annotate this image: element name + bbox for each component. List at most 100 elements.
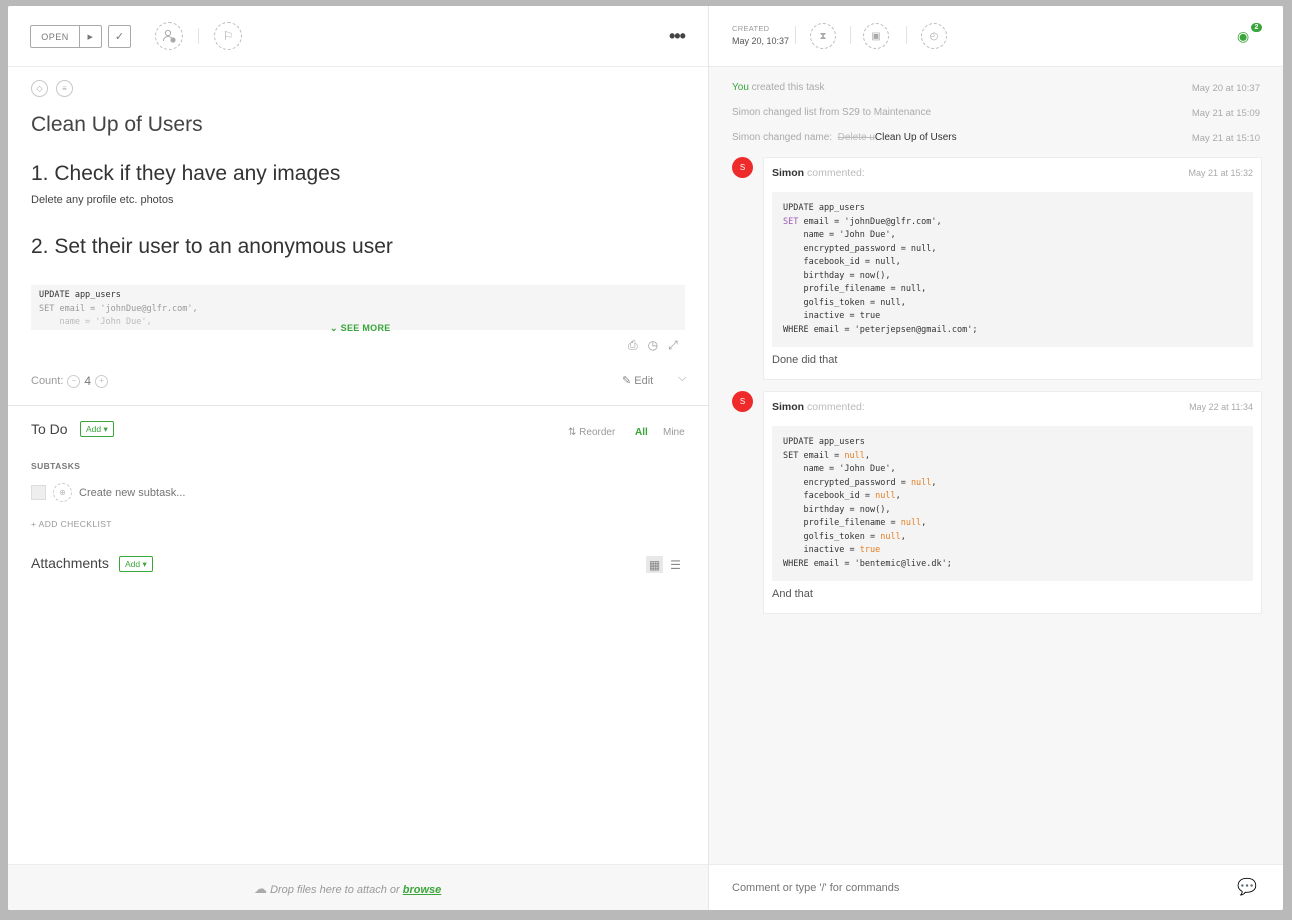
activity-item: You created this task [732, 82, 824, 93]
comment-verb: commented: [807, 167, 865, 179]
comment-author: Simon commented: [772, 401, 865, 413]
toolbar-divider [795, 26, 796, 44]
description-heading-1: 1. Check if they have any images [31, 162, 341, 185]
comment-message: And that [772, 588, 813, 600]
chevron-down-icon[interactable]: ⌵ [678, 372, 686, 385]
subtasks-heading: SUBTASKS [31, 461, 81, 471]
todo-title: To Do [31, 421, 68, 437]
chevron-down-icon: ⌄ [330, 323, 338, 333]
activity-panel: CREATED May 20, 10:37 ⧗ ▣ ◴ ◉ 2 You crea… [709, 6, 1283, 910]
see-more-link[interactable]: ⌄ SEE MORE [330, 323, 391, 334]
due-date-icon[interactable]: ▣ [863, 23, 889, 49]
edit-button[interactable]: ✎ Edit [622, 374, 653, 387]
history-icon[interactable]: ◷ [648, 338, 658, 353]
task-title[interactable]: Clean Up of Users [31, 113, 203, 137]
comment-input[interactable] [732, 882, 1212, 894]
subtask-status-icon[interactable] [31, 485, 46, 500]
attachments-add-button[interactable]: Add ▾ [119, 556, 153, 572]
subtask-assign-icon[interactable]: ⊕ [53, 483, 72, 502]
complete-checkmark-icon[interactable]: ✓ [108, 25, 131, 48]
task-modal: OPEN ▶ ✓ ⚐ ••• ◇ ≡ Clean Up of Users 1. … [8, 6, 1283, 910]
avatar[interactable]: S [732, 157, 753, 178]
filter-mine-tab[interactable]: Mine [663, 427, 685, 438]
comment-card: Simon commented: May 21 at 15:32 UPDATE … [763, 157, 1262, 380]
increment-icon[interactable]: + [95, 374, 109, 388]
watchers-eye-icon[interactable]: ◉ [1237, 28, 1249, 45]
activity-date: May 20 at 10:37 [1191, 83, 1260, 94]
comment-verb: commented: [807, 401, 865, 413]
grid-view-icon[interactable]: ▦ [646, 556, 663, 573]
activity-date: May 21 at 15:10 [1191, 133, 1260, 144]
view-toggle: ▦ ☰ [646, 556, 684, 573]
add-checklist-link[interactable]: + ADD CHECKLIST [31, 519, 112, 529]
edit-label: Edit [634, 375, 654, 387]
drop-text: Drop files here to attach or [270, 884, 400, 896]
priority-flag-icon[interactable]: ⚐ [214, 22, 242, 50]
activity-date: May 21 at 15:09 [1191, 108, 1260, 119]
description-paragraph: Delete any profile etc. photos [31, 194, 174, 206]
todo-add-button[interactable]: Add ▾ [80, 421, 114, 437]
see-more-label: SEE MORE [340, 323, 391, 333]
created-label: CREATED [732, 24, 770, 33]
count-field: Count: − 4 + [31, 374, 109, 388]
reorder-button[interactable]: ⇅ Reorder [568, 427, 615, 438]
activity-actor: You [732, 82, 749, 93]
filter-all-tab[interactable]: All [635, 427, 648, 438]
code-line: SET email = 'johnDue@glfr.com', [39, 303, 198, 314]
activity-item: Simon changed list from S29 to Maintenan… [732, 107, 931, 118]
code-line: UPDATE app_users [39, 290, 121, 300]
decrement-icon[interactable]: − [67, 374, 81, 388]
activity-text: created this task [748, 82, 825, 93]
activity-text: Simon changed list from S29 to Maintenan… [732, 107, 931, 118]
divider [8, 405, 708, 406]
status-button[interactable]: OPEN ▶ [30, 25, 102, 48]
avatar[interactable]: S [732, 391, 753, 412]
author-name[interactable]: Simon [772, 401, 804, 413]
description-heading-2: 2. Set their user to an anonymous user [31, 235, 393, 258]
toolbar-divider [850, 26, 851, 44]
print-icon[interactable]: ⎙ [628, 338, 638, 353]
time-estimate-icon[interactable]: ⧗ [810, 23, 836, 49]
task-toolbar: OPEN ▶ ✓ ⚐ ••• [8, 6, 708, 67]
assign-user-icon[interactable] [155, 22, 183, 50]
more-options-icon[interactable]: ••• [669, 26, 686, 47]
tag-icon[interactable]: ◇ [31, 80, 48, 97]
list-view-icon[interactable]: ☰ [667, 556, 684, 573]
comment-date: May 21 at 15:32 [1188, 168, 1253, 178]
drop-zone-text: ☁ Drop files here to attach or browse [254, 881, 441, 897]
toolbar-divider [906, 26, 907, 44]
new-subtask-input[interactable] [79, 486, 279, 499]
comment-card: Simon commented: May 22 at 11:34 UPDATE … [763, 391, 1262, 614]
time-tracking-icon[interactable]: ◴ [921, 23, 947, 49]
author-name[interactable]: Simon [772, 167, 804, 179]
comment-bubble-icon[interactable]: 💬 [1237, 877, 1257, 897]
description-tools: ⎙ ◷ ⤢ [628, 338, 678, 353]
new-subtask-row: ⊕ [31, 483, 279, 502]
comment-code-block: UPDATE app_users SET email = 'johnDue@gl… [772, 192, 1253, 347]
toolbar-divider [198, 28, 199, 44]
reorder-icon: ⇅ [568, 427, 577, 438]
activity-toolbar: CREATED May 20, 10:37 ⧗ ▣ ◴ ◉ 2 [709, 6, 1283, 67]
task-details-panel: OPEN ▶ ✓ ⚐ ••• ◇ ≡ Clean Up of Users 1. … [8, 6, 709, 910]
comment-author: Simon commented: [772, 167, 865, 179]
pencil-icon: ✎ [622, 375, 632, 387]
watchers-count-badge: 2 [1251, 23, 1262, 32]
browse-link[interactable]: browse [403, 884, 442, 896]
activity-item: Simon changed name: Delete uClean Up of … [732, 132, 957, 143]
tag-row: ◇ ≡ [31, 80, 73, 97]
cloud-upload-icon: ☁ [254, 881, 267, 896]
comment-date: May 22 at 11:34 [1189, 402, 1253, 412]
comment-message: Done did that [772, 354, 838, 366]
dependency-icon[interactable]: ≡ [56, 80, 73, 97]
status-label[interactable]: OPEN [31, 26, 80, 47]
count-value: 4 [84, 374, 92, 388]
old-name: Delete u [837, 132, 875, 143]
reorder-label: Reorder [579, 427, 616, 438]
attachments-title: Attachments [31, 555, 109, 571]
next-status-arrow-icon[interactable]: ▶ [80, 26, 101, 47]
activity-text: Simon changed name: [732, 132, 833, 143]
new-name: Clean Up of Users [874, 132, 957, 143]
count-label: Count: [31, 375, 64, 387]
expand-icon[interactable]: ⤢ [668, 338, 678, 353]
comment-code-block: UPDATE app_users SET email = null, name … [772, 426, 1253, 581]
